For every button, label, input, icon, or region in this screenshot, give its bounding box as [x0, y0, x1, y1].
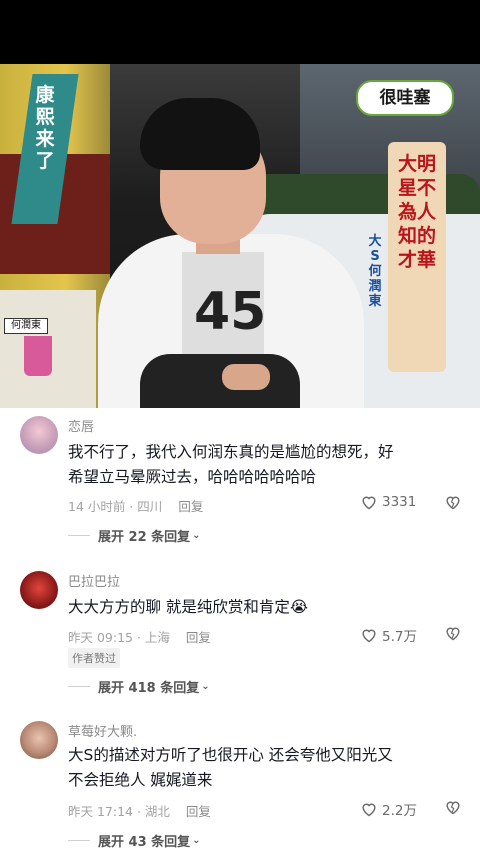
- like-count: 5.7万: [382, 629, 417, 645]
- person-hands: [222, 364, 270, 390]
- like-count: 2.2万: [382, 803, 417, 819]
- comment-item: 恋唇 我不行了，我代入何润东真的是尴尬的想死，好希望立马晕厥过去，哈哈哈哈哈哈哈…: [0, 408, 480, 553]
- divider: [68, 686, 90, 687]
- expand-replies-label: 展开 22 条回复: [98, 530, 191, 545]
- comment-meta: 昨天 09:15 · 上海 回复: [68, 627, 211, 646]
- comment-meta: 昨天 17:14 · 湖北 回复: [68, 801, 211, 820]
- like-button[interactable]: 5.7万: [360, 625, 417, 645]
- expand-replies-label: 展开 43 条回复: [98, 835, 191, 850]
- comment-username[interactable]: 巴拉巴拉: [68, 571, 120, 590]
- comment-item: 草莓好大颗. 大S的描述对方听了也很开心 还会夸他又阳光又不会拒绝人 娓娓道来 …: [0, 713, 480, 853]
- expand-replies-button[interactable]: 展开 43 条回复 ⌄: [68, 831, 201, 850]
- reply-button[interactable]: 回复: [178, 499, 203, 514]
- chevron-down-icon: ⌄: [192, 835, 201, 846]
- heart-outline-icon: [362, 496, 376, 510]
- comment-time-location: 昨天 09:15 · 上海: [68, 630, 170, 645]
- like-button[interactable]: 3331: [360, 494, 416, 510]
- comment-username[interactable]: 恋唇: [68, 416, 94, 435]
- brand-tag: 很哇塞: [356, 80, 454, 116]
- chevron-down-icon: ⌄: [201, 681, 210, 692]
- show-logo-text: 康熙来了: [35, 84, 55, 172]
- person-legs: [140, 354, 300, 408]
- dislike-button[interactable]: [444, 799, 462, 819]
- comment-time-location: 昨天 17:14 · 湖北: [68, 804, 170, 819]
- avatar[interactable]: [20, 416, 58, 454]
- broken-heart-icon: [446, 627, 460, 641]
- expand-replies-button[interactable]: 展开 22 条回复 ⌄: [68, 526, 201, 545]
- broken-heart-icon: [446, 496, 460, 510]
- chevron-down-icon: ⌄: [192, 530, 201, 541]
- episode-title-text: 大明星不為人知的才華: [398, 153, 437, 271]
- dislike-button[interactable]: [444, 625, 462, 645]
- comment-text[interactable]: 大S的描述对方听了也很开心 还会夸他又阳光又不会拒绝人 娓娓道来: [68, 743, 398, 793]
- reply-button[interactable]: 回复: [186, 630, 211, 645]
- expand-replies-button[interactable]: 展开 418 条回复 ⌄: [68, 677, 210, 696]
- divider: [68, 535, 90, 536]
- expand-replies-label: 展开 418 条回复: [98, 681, 200, 696]
- comment-text[interactable]: 我不行了，我代入何润东真的是尴尬的想死，好希望立马晕厥过去，哈哈哈哈哈哈哈: [68, 440, 398, 490]
- broken-heart-icon: [446, 801, 460, 815]
- dislike-button[interactable]: [444, 494, 462, 514]
- reply-button[interactable]: 回复: [186, 804, 211, 819]
- desk-nameplate: 何潤東: [4, 318, 48, 334]
- comment-item: 巴拉巴拉 大大方方的聊 就是纯欣赏和肯定😭 昨天 09:15 · 上海 回复 5.…: [0, 563, 480, 703]
- video-player[interactable]: 康熙来了 何潤東 45 大明星不為人知的才華 大S 何潤東 很哇塞: [0, 64, 480, 408]
- comment-text[interactable]: 大大方方的聊 就是纯欣赏和肯定😭: [68, 595, 398, 620]
- heart-outline-icon: [362, 629, 376, 643]
- avatar[interactable]: [20, 721, 58, 759]
- status-bar: [0, 0, 480, 64]
- like-count: 3331: [382, 494, 417, 510]
- like-button[interactable]: 2.2万: [360, 799, 417, 819]
- guest-names-caption: 大S 何潤東: [368, 234, 382, 309]
- avatar[interactable]: [20, 571, 58, 609]
- comment-time-location: 14 小时前 · 四川: [68, 499, 163, 514]
- heart-outline-icon: [362, 803, 376, 817]
- comment-meta: 14 小时前 · 四川 回复: [68, 496, 203, 515]
- desk-cup: [24, 336, 52, 376]
- shirt-print: 45: [194, 282, 267, 342]
- person-hair: [140, 98, 260, 170]
- author-liked-badge: 作者赞过: [68, 648, 120, 668]
- divider: [68, 840, 90, 841]
- comment-username[interactable]: 草莓好大颗.: [68, 721, 137, 740]
